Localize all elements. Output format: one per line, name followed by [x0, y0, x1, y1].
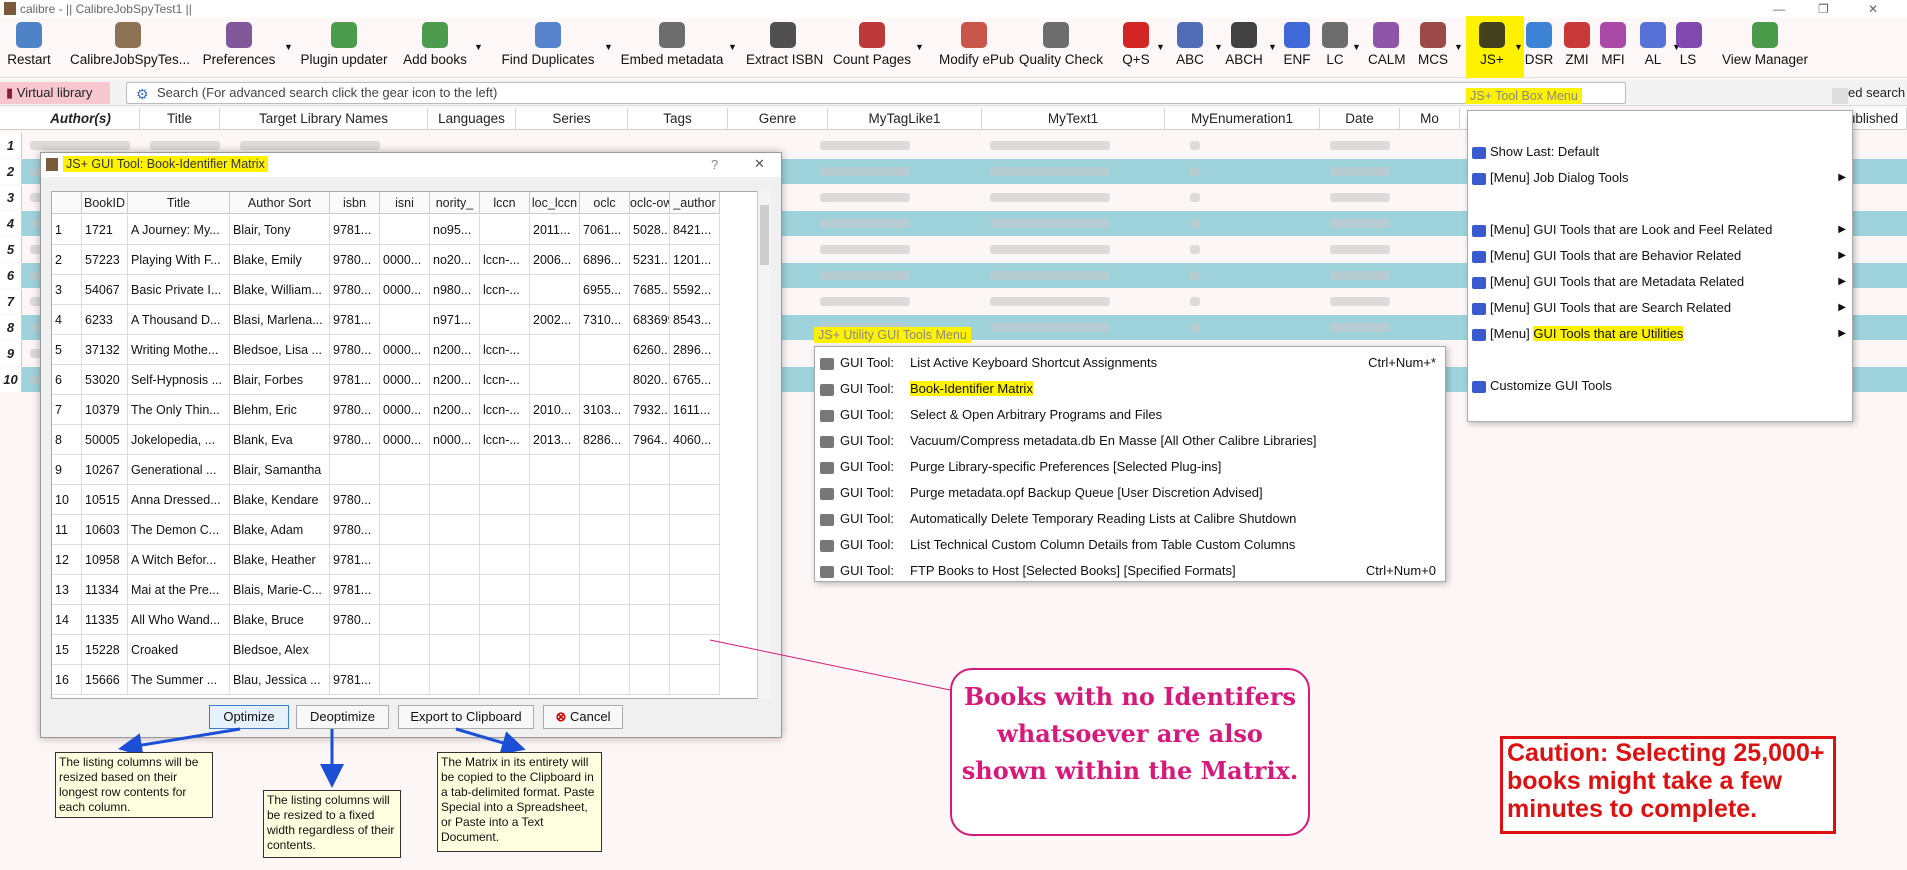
optimize-arrow [118, 727, 241, 757]
caution-box: Caution: Selecting 25,000+ books might t… [1500, 736, 1836, 834]
optimize-note: The listing columns will be resized base… [55, 752, 213, 818]
export-arrow [455, 727, 526, 755]
identifiers-callout: Books with no Identifers whatsoever are … [950, 668, 1310, 836]
deoptimize-note: The listing columns will be resized to a… [263, 790, 401, 858]
callout-pointer-line [709, 639, 951, 691]
export-note: The Matrix in its entirety will be copie… [437, 752, 602, 852]
